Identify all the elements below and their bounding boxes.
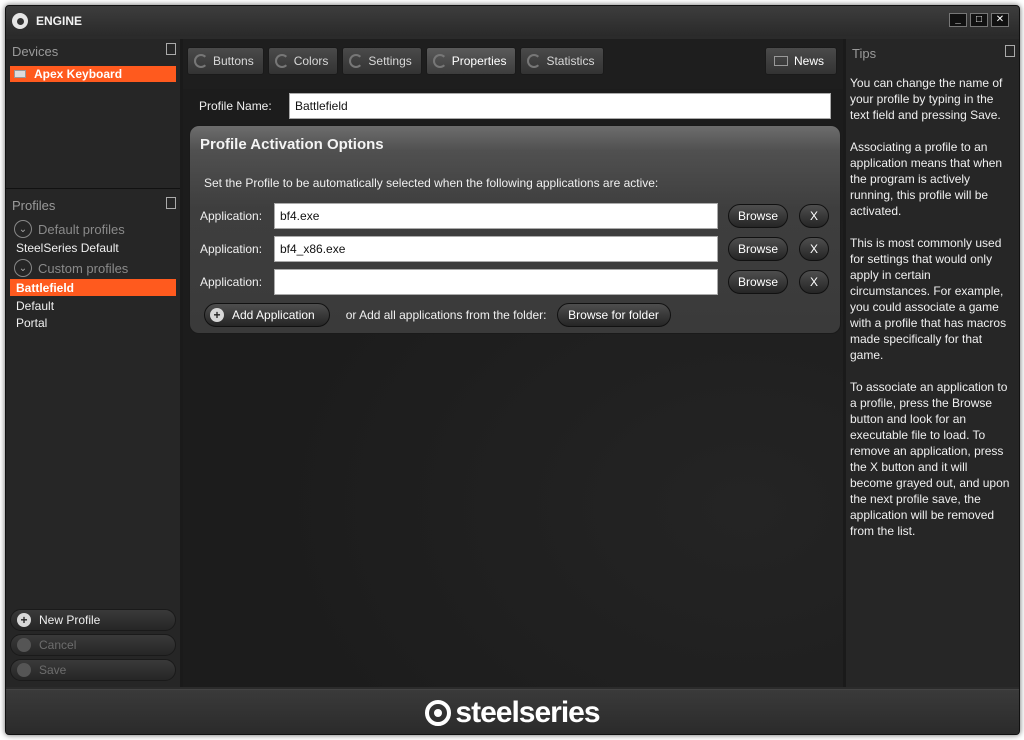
left-column: Devices Apex Keyboard Profiles ⌄ Default…	[6, 39, 180, 687]
main-panel: Buttons Colors Settings Properties Stati…	[183, 39, 843, 687]
tip-paragraph: Associating a profile to an application …	[850, 140, 1003, 218]
refresh-icon	[349, 54, 364, 68]
application-input[interactable]: bf4.exe	[274, 203, 718, 229]
chevron-down-icon: ⌄	[14, 259, 32, 277]
tab-statistics[interactable]: Statistics	[520, 47, 605, 75]
tab-buttons[interactable]: Buttons	[187, 47, 264, 75]
group-default-profiles[interactable]: ⌄ Default profiles	[6, 219, 180, 239]
application-input[interactable]	[274, 269, 718, 295]
refresh-icon	[274, 54, 289, 68]
profile-item-portal[interactable]: Portal	[6, 314, 180, 331]
card-description: Set the Profile to be automatically sele…	[204, 176, 659, 190]
tips-body: You can change the name of your profile …	[846, 65, 1019, 539]
device-item-apex-keyboard[interactable]: Apex Keyboard	[10, 66, 176, 82]
remove-application-button[interactable]: X	[799, 270, 829, 294]
close-button[interactable]: ✕	[991, 13, 1009, 27]
group-custom-profiles[interactable]: ⌄ Custom profiles	[6, 258, 180, 278]
card-title: Profile Activation Options	[200, 136, 384, 153]
plus-icon: +	[210, 308, 224, 322]
profile-item-steelseries-default[interactable]: SteelSeries Default	[6, 239, 180, 256]
tab-colors[interactable]: Colors	[267, 47, 339, 75]
application-label: Application:	[200, 275, 263, 289]
save-icon	[17, 663, 31, 677]
refresh-icon	[194, 54, 208, 68]
remove-application-button[interactable]: X	[799, 237, 829, 261]
tips-panel: Tips You can change the name of your pro…	[846, 39, 1019, 687]
news-button[interactable]: News	[764, 47, 837, 75]
new-profile-button[interactable]: + New Profile	[10, 609, 176, 631]
profile-item-battlefield[interactable]: Battlefield	[10, 279, 176, 296]
tips-header: Tips	[852, 45, 877, 61]
profile-name-input[interactable]: Battlefield	[289, 93, 831, 119]
tip-paragraph: This is most commonly used for settings …	[850, 236, 1007, 362]
tab-properties[interactable]: Properties	[425, 47, 517, 75]
application-label: Application:	[200, 209, 263, 223]
remove-application-button[interactable]: X	[799, 204, 829, 228]
steelseries-logo-icon	[425, 700, 452, 726]
browse-button[interactable]: Browse	[728, 237, 788, 261]
group-label: Custom profiles	[38, 260, 129, 276]
save-button[interactable]: Save	[10, 659, 176, 681]
browse-folder-button[interactable]: Browse for folder	[556, 303, 671, 327]
profile-item-default[interactable]: Default	[6, 297, 180, 314]
browse-button[interactable]: Browse	[728, 270, 788, 294]
devices-header: Devices	[12, 43, 59, 59]
steelseries-logo-icon	[12, 13, 28, 29]
engine-window: ENGINE _ □ ✕ Devices Apex Keyboard Profi…	[5, 5, 1020, 735]
tip-paragraph: You can change the name of your profile …	[850, 76, 1003, 122]
window-title: ENGINE	[36, 14, 83, 28]
cancel-icon	[17, 638, 31, 652]
device-label: Apex Keyboard	[34, 67, 123, 81]
tip-paragraph: To associate an application to a profile…	[850, 380, 1010, 538]
tab-settings[interactable]: Settings	[342, 47, 422, 75]
minimize-button[interactable]: _	[949, 13, 967, 27]
application-row: Application: Browse X	[200, 269, 829, 295]
devices-panel: Devices Apex Keyboard	[6, 39, 180, 189]
keyboard-icon	[14, 70, 26, 78]
browse-button[interactable]: Browse	[728, 204, 788, 228]
cancel-button[interactable]: Cancel	[10, 634, 176, 656]
application-row: Application: bf4.exe Browse X	[200, 203, 829, 229]
application-label: Application:	[200, 242, 263, 256]
chevron-down-icon: ⌄	[14, 220, 32, 238]
footer: steelseries	[6, 689, 1019, 734]
pin-icon[interactable]	[1005, 45, 1015, 57]
add-application-button[interactable]: + Add Application	[204, 303, 330, 327]
profiles-panel: Profiles ⌄ Default profiles SteelSeries …	[6, 193, 180, 687]
application-input[interactable]: bf4_x86.exe	[274, 236, 718, 262]
plus-icon: +	[17, 613, 31, 627]
folder-text: or Add all applications from the folder:	[345, 308, 547, 322]
tab-bar: Buttons Colors Settings Properties Stati…	[187, 47, 605, 75]
steelseries-brand: steelseries	[425, 696, 601, 730]
application-row: Application: bf4_x86.exe Browse X	[200, 236, 829, 262]
group-label: Default profiles	[38, 221, 125, 237]
profile-activation-card: Profile Activation Options Set the Profi…	[189, 125, 841, 334]
pin-icon[interactable]	[166, 43, 176, 55]
profile-name-row: Profile Name: Battlefield	[199, 93, 831, 119]
news-icon	[773, 56, 788, 66]
pin-icon[interactable]	[166, 197, 176, 209]
profile-name-label: Profile Name:	[199, 99, 272, 113]
refresh-icon	[527, 54, 542, 68]
maximize-button[interactable]: □	[970, 13, 988, 27]
profiles-header: Profiles	[12, 197, 56, 213]
title-bar: ENGINE _ □ ✕	[6, 6, 1019, 36]
refresh-icon	[432, 54, 447, 68]
